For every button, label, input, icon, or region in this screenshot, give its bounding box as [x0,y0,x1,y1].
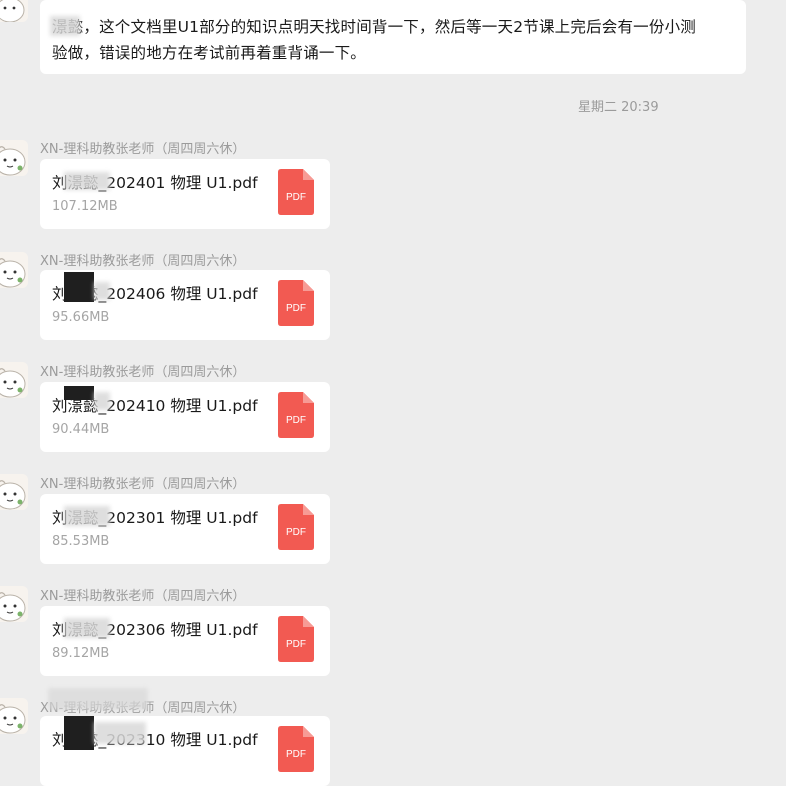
pdf-badge-text: PDF [286,303,306,314]
avatar-cartoon-icon [0,0,28,22]
file-size: 85.53MB [52,534,110,549]
sender-avatar[interactable] [0,252,28,288]
pdf-badge-text: PDF [286,415,306,426]
redacted-name [94,722,146,744]
redacted-name [94,392,110,410]
redacted-name [64,618,110,638]
sender-name: XN-理科助教张老师（周四周六休） [40,365,246,380]
file-message-card[interactable]: 刘澋懿_202401 物理 U1.pdf 107.12MB PDF [40,159,330,229]
sender-avatar[interactable] [0,586,28,622]
redacted-name [64,506,110,526]
text-message-bubble[interactable]: 澋懿，这个文档里U1部分的知识点明天找时间背一下，然后等一天2节课上完后会有一份… [40,0,746,74]
avatar-cartoon-icon [0,252,28,288]
message-text: 澋懿，这个文档里U1部分的知识点明天找时间背一下，然后等一天2节课上完后会有一份… [52,18,696,62]
pdf-file-icon: PDF [278,392,314,438]
sender-name: XN-理科助教张老师（周四周六休） [40,477,246,492]
sender-avatar[interactable] [0,474,28,510]
file-size: 89.12MB [52,646,110,661]
redacted-block [64,386,94,400]
redacted-name [50,16,80,36]
file-message-card[interactable]: 刘澋懿_202301 物理 U1.pdf 85.53MB PDF [40,494,330,564]
avatar-cartoon-icon [0,362,28,398]
sender-name: XN-理科助教张老师（周四周六休） [40,142,246,157]
avatar-cartoon-icon [0,586,28,622]
redacted-name [94,282,110,300]
pdf-badge-text: PDF [286,639,306,650]
contact-avatar[interactable] [0,0,28,22]
sender-avatar[interactable] [0,698,28,734]
avatar-cartoon-icon [0,474,28,510]
redacted-block [64,716,94,750]
pdf-file-icon: PDF [278,169,314,215]
sender-avatar[interactable] [0,362,28,398]
pdf-file-icon: PDF [278,726,314,772]
message-timestamp: 星期二 20:39 [578,100,659,115]
file-size: 90.44MB [52,422,110,437]
file-size: 95.66MB [52,310,110,325]
pdf-file-icon: PDF [278,280,314,326]
sender-name: XN-理科助教张老师（周四周六休） [40,589,246,604]
pdf-file-icon: PDF [278,616,314,662]
redacted-block [64,272,94,302]
avatar-cartoon-icon [0,698,28,734]
avatar-cartoon-icon [0,140,28,176]
pdf-file-icon: PDF [278,504,314,550]
redacted-overlay [48,688,148,710]
file-message-card[interactable]: 刘澋懿_202306 物理 U1.pdf 89.12MB PDF [40,606,330,676]
sender-name: XN-理科助教张老师（周四周六休） [40,254,246,269]
file-size: 107.12MB [52,199,118,214]
pdf-badge-text: PDF [286,527,306,538]
redacted-name [64,172,110,190]
pdf-badge-text: PDF [286,192,306,203]
sender-avatar[interactable] [0,140,28,176]
